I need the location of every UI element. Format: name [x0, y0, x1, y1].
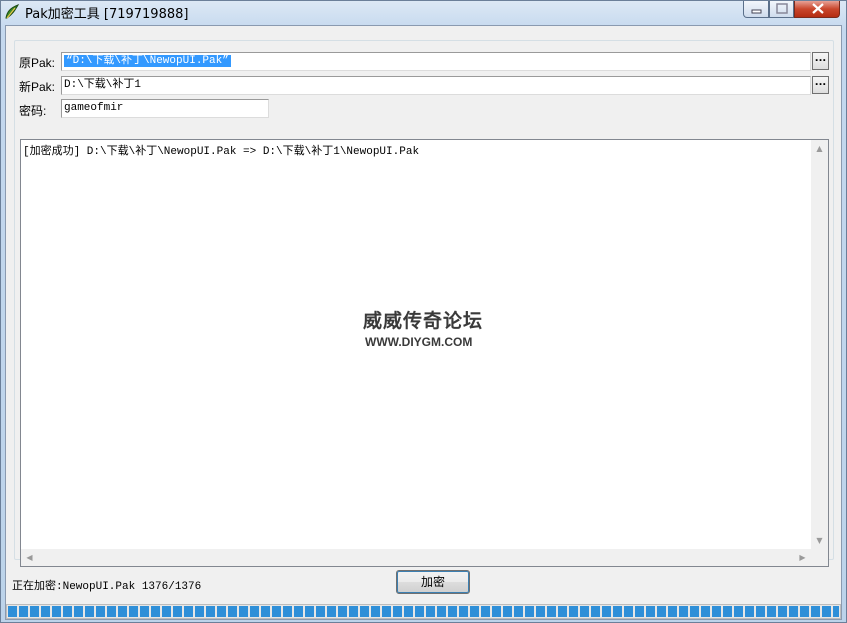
title-bar[interactable]: Pak加密工具 [719719888] — [1, 1, 846, 23]
watermark-url: WWW.DIYGM.COM — [365, 335, 473, 349]
log-horizontal-scrollbar[interactable]: ◀ ▶ — [21, 549, 811, 566]
log-vertical-scrollbar[interactable]: ▲ ▼ — [811, 140, 828, 549]
password-label: 密码: — [19, 104, 47, 118]
scroll-down-icon[interactable]: ▼ — [811, 532, 828, 549]
client-area: 原Pak: “D:\下载\补丁\NewopUI.Pak” ... 新Pak: D… — [5, 25, 842, 620]
dest-browse-button[interactable]: ... — [812, 76, 829, 94]
maximize-button[interactable] — [769, 1, 794, 18]
progress-bar — [6, 604, 841, 619]
main-groupbox: 原Pak: “D:\下载\补丁\NewopUI.Pak” ... 新Pak: D… — [14, 40, 834, 567]
app-leaf-icon — [4, 3, 20, 20]
log-line: [加密成功] D:\下载\补丁\NewopUI.Pak => D:\下载\补丁1… — [23, 146, 420, 158]
dest-path-field[interactable]: D:\下载\补丁1 — [61, 76, 811, 95]
source-browse-button[interactable]: ... — [812, 52, 829, 70]
progress-fill — [8, 606, 839, 617]
scroll-up-icon[interactable]: ▲ — [811, 140, 828, 157]
window-title: Pak加密工具 [719719888] — [25, 7, 189, 22]
encrypt-button[interactable]: 加密 — [396, 570, 470, 594]
scroll-left-icon[interactable]: ◀ — [21, 549, 38, 566]
scroll-right-icon[interactable]: ▶ — [794, 549, 811, 566]
source-label: 原Pak: — [19, 56, 56, 70]
password-field[interactable]: gameofmir — [61, 99, 269, 118]
close-button[interactable] — [794, 1, 840, 18]
source-path-value: “D:\下载\补丁\NewopUI.Pak” — [64, 55, 231, 67]
log-memo[interactable]: [加密成功] D:\下载\补丁\NewopUI.Pak => D:\下载\补丁1… — [20, 139, 829, 567]
scrollbar-corner — [811, 549, 828, 566]
minimize-button[interactable] — [743, 1, 769, 18]
source-path-field[interactable]: “D:\下载\补丁\NewopUI.Pak” — [61, 52, 811, 71]
app-window: Pak加密工具 [719719888] 原Pak: “D:\下载\补丁\Newo… — [0, 0, 847, 623]
close-icon — [812, 3, 824, 14]
dest-label: 新Pak: — [19, 80, 56, 94]
status-text: 正在加密:NewopUI.Pak 1376/1376 — [12, 581, 202, 593]
watermark-name: 威威传奇论坛 — [363, 310, 484, 332]
